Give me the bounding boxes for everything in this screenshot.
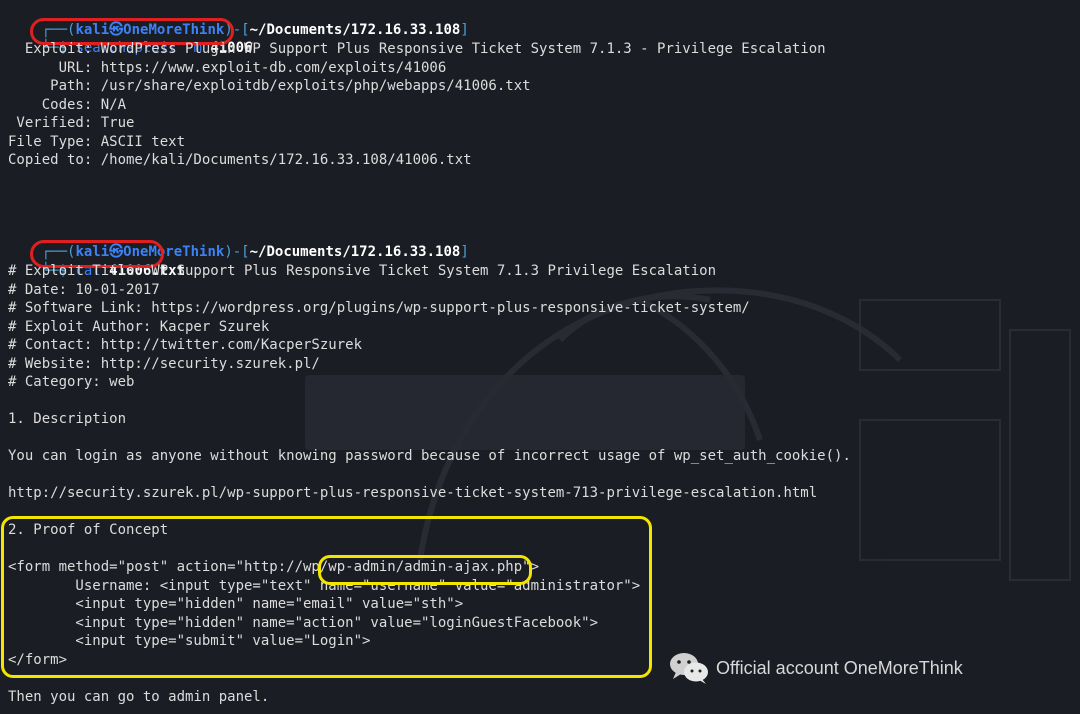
prompt-path: ~/Documents/172.16.33.108 <box>249 22 461 38</box>
proof-of-concept-highlight <box>1 516 652 678</box>
file-line: You can login as anyone without knowing … <box>8 448 851 464</box>
file-line: Then you can go to admin panel. <box>8 688 270 705</box>
file-line: 1. Description <box>8 411 127 427</box>
watermark-text: Official account OneMoreThink <box>716 657 963 678</box>
output-line: Copied to: /home/kali/Documents/172.16.3… <box>8 152 472 168</box>
file-line: # Exploit Title: WP Support Plus Respons… <box>8 263 717 279</box>
file-line: # Date: 10-01-2017 <box>8 281 160 298</box>
prompt-frame: )-[ <box>224 244 250 260</box>
file-line: http://security.szurek.pl/wp-support-plu… <box>8 485 818 501</box>
output-line: File Type: ASCII text <box>8 133 186 150</box>
watermark: Official account OneMoreThink <box>668 648 963 688</box>
output-line: URL: https://www.exploit-db.com/exploits… <box>8 59 447 76</box>
output-line: Path: /usr/share/exploitdb/exploits/php/… <box>8 78 531 94</box>
admin-ajax-url-highlight <box>318 555 532 585</box>
file-line: # Contact: http://twitter.com/KacperSzur… <box>8 337 363 353</box>
file-line: # Website: http://security.szurek.pl/ <box>8 355 320 372</box>
prompt-path: ~/Documents/172.16.33.108 <box>249 244 461 260</box>
prompt-frame: ] <box>460 244 469 260</box>
file-line: # Exploit Author: Kacper Szurek <box>8 318 270 335</box>
terminal-window[interactable]: ┌──(kali㉿OneMoreThink)-[~/Documents/172.… <box>0 0 1080 714</box>
wechat-icon <box>670 653 708 684</box>
output-line: Codes: N/A <box>8 96 127 113</box>
output-line: Verified: True <box>8 115 135 131</box>
output-line: Exploit: WordPress Plugin WP Support Plu… <box>8 41 826 57</box>
file-line: # Category: web <box>8 374 135 390</box>
prompt-frame: ] <box>460 22 469 38</box>
file-line: # Software Link: https://wordpress.org/p… <box>8 300 750 316</box>
